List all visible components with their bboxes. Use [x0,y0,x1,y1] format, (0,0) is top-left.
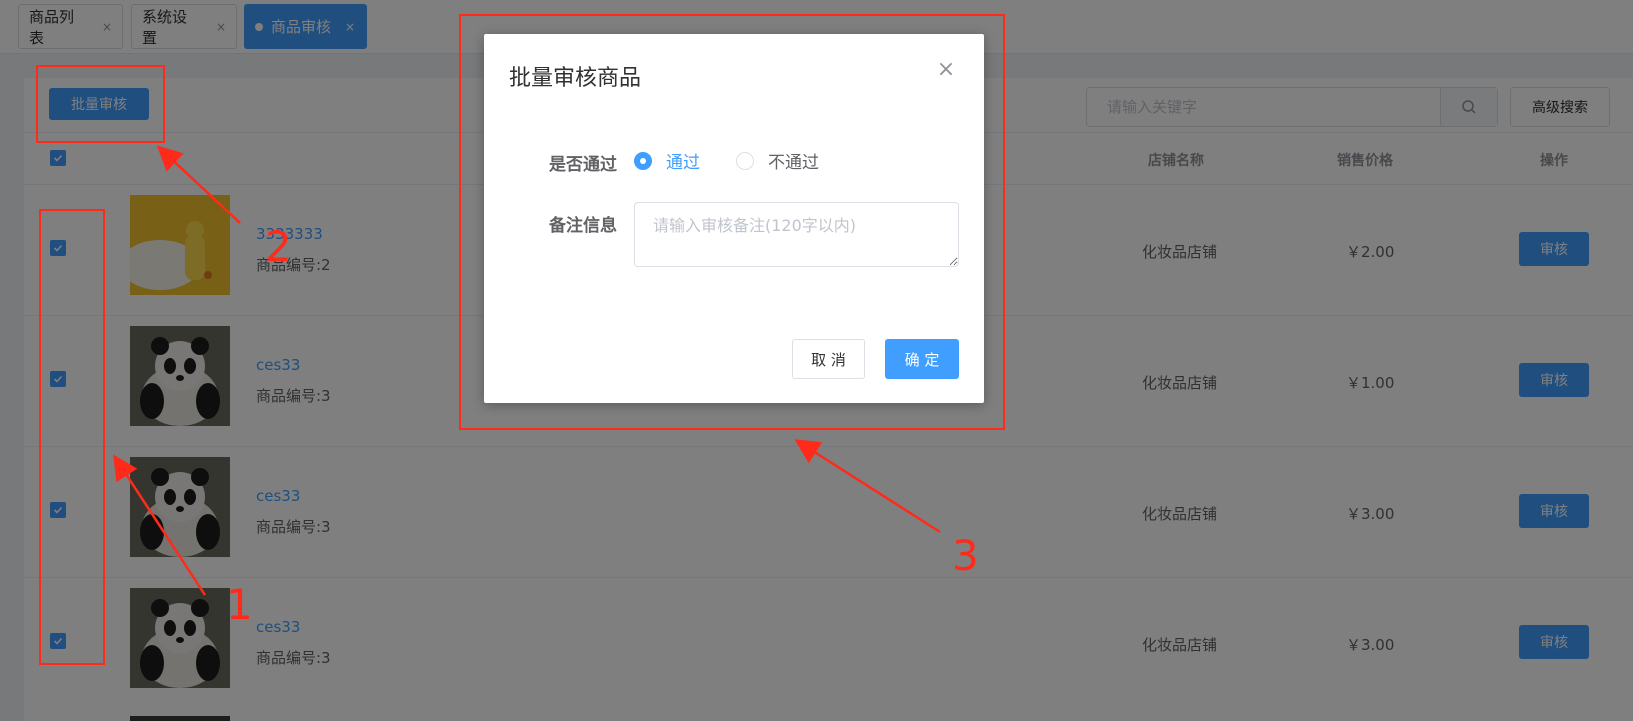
annotation-number-1: 1 [226,580,253,629]
annotation-arrow-2 [156,145,241,224]
annotation-arrow-3 [794,439,941,534]
annotation-arrow-1 [113,454,207,596]
annotation-number-3: 3 [952,531,979,580]
annotation-number-2: 2 [265,222,292,271]
